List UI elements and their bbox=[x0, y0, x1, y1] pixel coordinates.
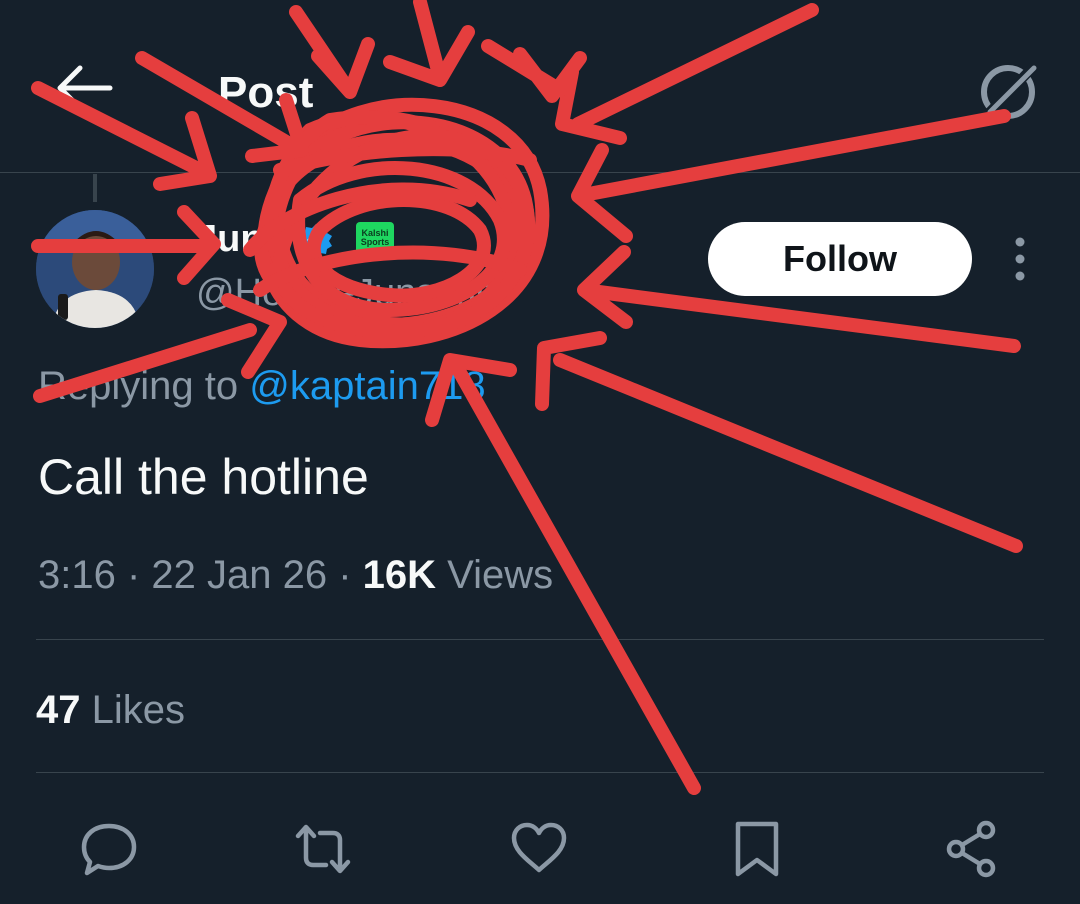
tweet-date[interactable]: 22 Jan 26 bbox=[151, 553, 327, 597]
verified-badge-icon bbox=[300, 224, 332, 257]
bookmark-icon[interactable] bbox=[726, 818, 788, 880]
likes-label: Likes bbox=[80, 688, 185, 732]
views-label[interactable]: Views bbox=[436, 553, 553, 597]
header-divider bbox=[0, 172, 1080, 173]
tweet-text: Call the hotline bbox=[38, 449, 369, 505]
replying-to: Replying to @kaptain718 bbox=[38, 364, 486, 409]
more-vertical-icon[interactable] bbox=[1002, 232, 1038, 288]
reply-icon[interactable] bbox=[78, 818, 140, 880]
retweet-icon[interactable] bbox=[292, 818, 354, 880]
grok-icon[interactable] bbox=[978, 60, 1040, 122]
affiliate-badge[interactable]: Kalshi Sports bbox=[356, 222, 394, 254]
page-title: Post bbox=[218, 68, 314, 117]
back-arrow-icon[interactable] bbox=[52, 60, 116, 116]
replying-prefix: Replying to bbox=[38, 364, 250, 408]
affiliate-label-line2: Sports bbox=[360, 237, 390, 247]
likes-summary[interactable]: 47 Likes bbox=[36, 688, 185, 733]
reply-handle-link[interactable]: @kaptain718 bbox=[249, 364, 485, 408]
avatar[interactable] bbox=[36, 210, 154, 328]
divider bbox=[36, 639, 1044, 640]
tweet-time[interactable]: 3:16 bbox=[38, 553, 116, 597]
meta-separator: · bbox=[115, 553, 152, 597]
likes-count: 47 bbox=[36, 688, 81, 732]
thread-connector bbox=[93, 174, 97, 202]
user-handle[interactable]: @HoodieJunsson bbox=[196, 272, 497, 315]
meta-separator: · bbox=[327, 553, 363, 597]
display-name[interactable]: Jun bbox=[196, 218, 264, 261]
share-icon[interactable] bbox=[940, 818, 1002, 880]
views-count[interactable]: 16K bbox=[363, 553, 436, 597]
divider bbox=[36, 772, 1044, 773]
heart-icon[interactable] bbox=[508, 818, 570, 880]
tweet-meta: 3:16 · 22 Jan 26 · 16K Views bbox=[38, 553, 553, 598]
follow-button[interactable]: Follow bbox=[708, 222, 972, 296]
avatar-photo bbox=[36, 210, 154, 328]
